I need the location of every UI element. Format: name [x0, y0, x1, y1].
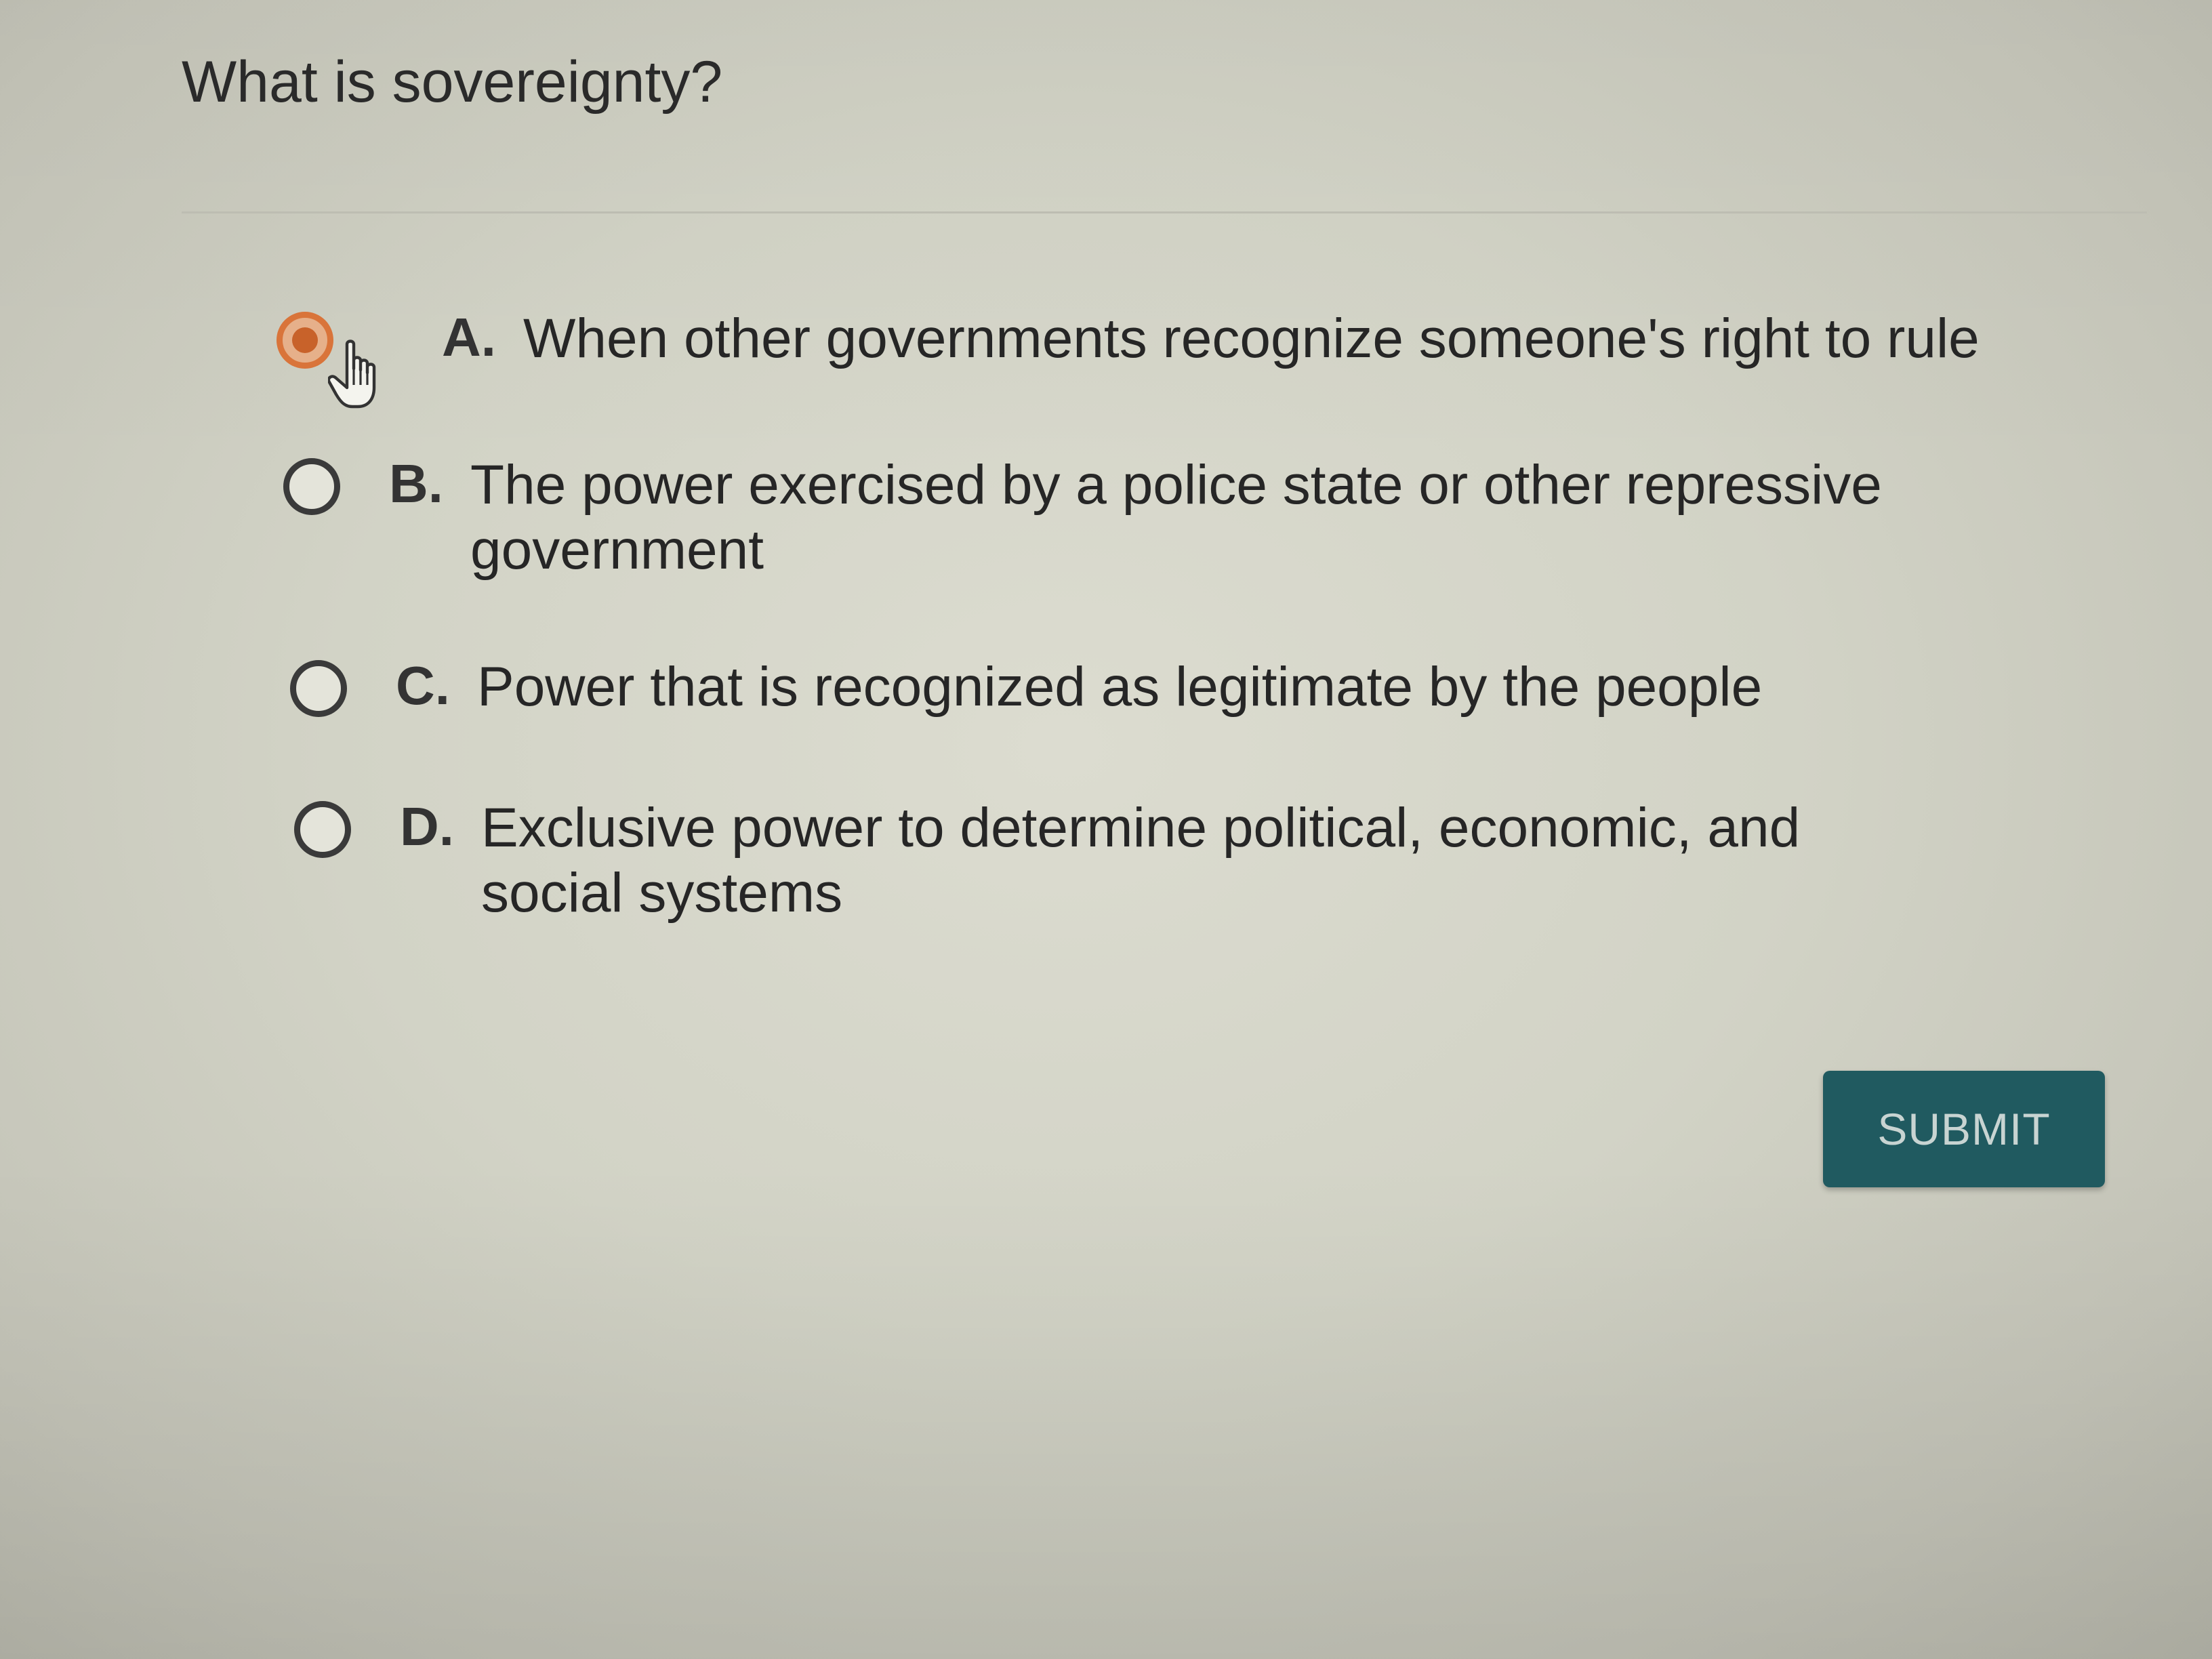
- question-text: What is sovereignty?: [182, 49, 723, 115]
- radio-button-b[interactable]: [283, 458, 340, 515]
- submit-button[interactable]: SUBMIT: [1823, 1071, 2105, 1187]
- option-letter-d: D.: [400, 796, 454, 857]
- option-c[interactable]: C. Power that is recognized as legitimat…: [290, 655, 2036, 720]
- option-letter-c: C.: [396, 655, 450, 716]
- hand-pointer-icon: [328, 340, 376, 409]
- option-b[interactable]: B. The power exercised by a police state…: [283, 453, 1921, 583]
- option-text-b[interactable]: The power exercised by a police state or…: [470, 453, 1921, 583]
- option-text-a[interactable]: When other governments recognize someone…: [523, 306, 2082, 371]
- option-text-c[interactable]: Power that is recognized as legitimate b…: [477, 655, 2036, 720]
- radio-button-d[interactable]: [294, 801, 351, 858]
- option-letter-b: B.: [389, 453, 443, 514]
- option-d[interactable]: D. Exclusive power to determine politica…: [294, 796, 1931, 926]
- option-text-d[interactable]: Exclusive power to determine political, …: [481, 796, 1931, 926]
- radio-button-a[interactable]: [276, 312, 333, 369]
- divider: [182, 211, 2147, 213]
- option-a[interactable]: A. When other governments recognize some…: [276, 306, 2082, 371]
- radio-button-c[interactable]: [290, 660, 347, 717]
- option-letter-a: A.: [442, 307, 496, 367]
